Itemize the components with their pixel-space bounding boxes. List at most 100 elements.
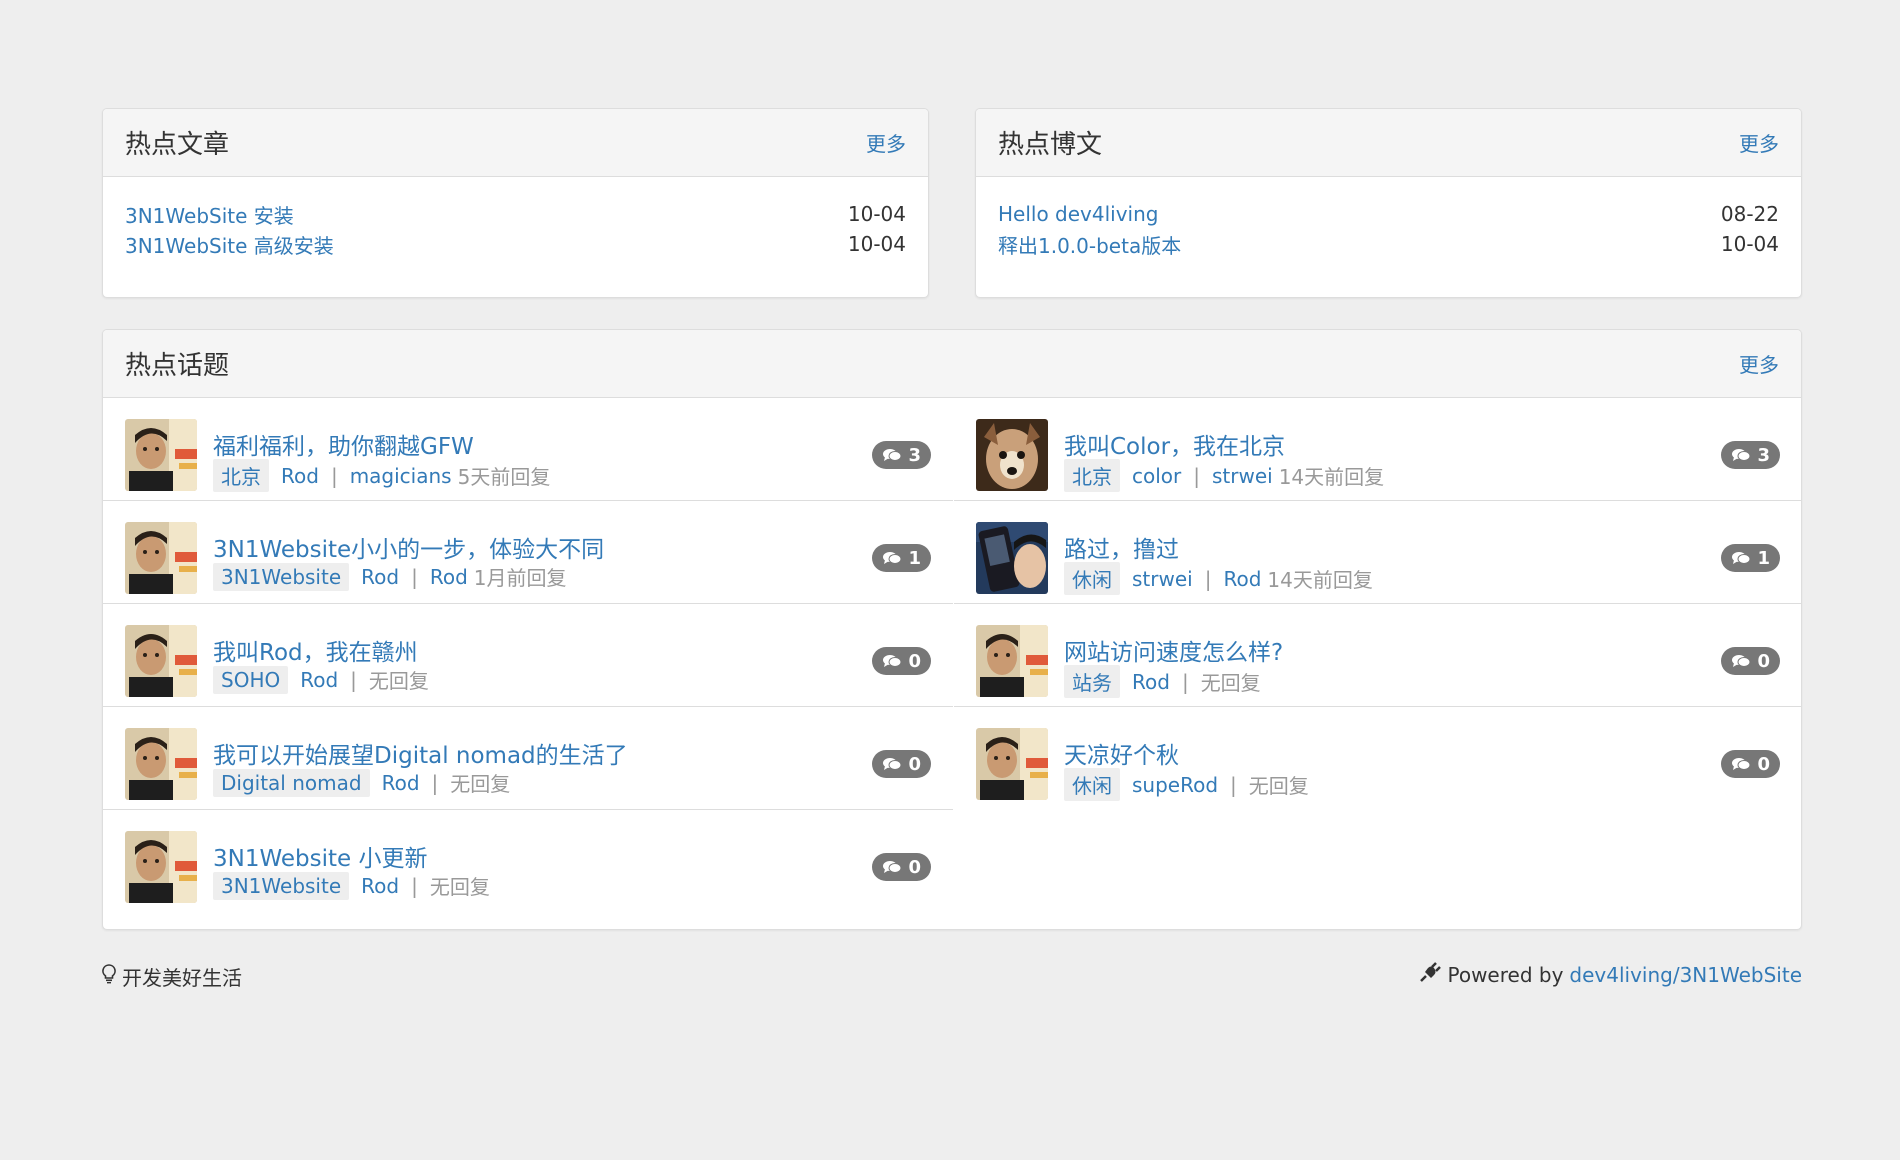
article-link[interactable]: 3N1WebSite 安装 (125, 200, 294, 229)
meta-separator: | (1193, 463, 1200, 488)
hot-blogs-more-link[interactable]: 更多 (1739, 128, 1779, 157)
footer-powered: Powered by dev4living/3N1WebSite (1419, 962, 1802, 987)
hot-topics-title: 热点话题 (125, 351, 230, 381)
topic-title-link[interactable]: 我可以开始展望Digital nomad的生活了 (213, 736, 628, 770)
meta-separator: | (411, 873, 418, 898)
topic-item: 天凉好个秋 休闲 supeRod | 无回复 0 (954, 707, 1801, 810)
meta-separator: | (1181, 669, 1189, 694)
topic-last-replier[interactable]: Rod (430, 565, 468, 589)
topic-author[interactable]: Rod (300, 668, 338, 692)
article-date: 10-04 (847, 232, 906, 256)
topic-reply-time: 5天前回复 (457, 465, 551, 489)
topic-title-link[interactable]: 3N1Website小小的一步，体验大不同 (213, 530, 604, 564)
comments-icon (1731, 653, 1751, 669)
reply-count: 0 (1757, 650, 1770, 672)
comments-icon (882, 859, 902, 875)
avatar[interactable] (976, 522, 1048, 594)
article-date: 10-04 (847, 202, 906, 226)
topic-item: 福利福利，助你翻越GFW 北京 Rod | magicians 5天前回复 3 (103, 398, 953, 501)
topic-title-link[interactable]: 我叫Color，我在北京 (1064, 427, 1285, 461)
topic-meta: 3N1Website Rod | Rod 1月前回复 (213, 562, 567, 591)
topic-author[interactable]: Rod (382, 771, 420, 795)
avatar[interactable] (976, 419, 1048, 491)
topic-item: 我叫Rod，我在赣州 SOHO Rod | 无回复 0 (103, 604, 953, 707)
avatar[interactable] (125, 625, 197, 697)
blog-link[interactable]: Hello dev4living (998, 202, 1159, 226)
topic-author[interactable]: supeRod (1132, 773, 1218, 797)
hot-blogs-heading: 热点博文 更多 (976, 109, 1801, 177)
comments-icon (882, 550, 902, 566)
comments-icon (882, 756, 902, 772)
topic-title-link[interactable]: 我叫Rod，我在赣州 (213, 633, 418, 667)
topic-reply-time: 无回复 (1248, 774, 1309, 798)
comments-icon (882, 447, 902, 463)
topic-title-link[interactable]: 3N1Website 小更新 (213, 839, 427, 873)
topic-last-replier[interactable]: strwei (1212, 464, 1273, 488)
reply-count-badge: 1 (1721, 544, 1780, 572)
avatar[interactable] (125, 522, 197, 594)
avatar[interactable] (125, 831, 197, 903)
hot-topics-more-link[interactable]: 更多 (1739, 349, 1779, 378)
topic-author[interactable]: Rod (1132, 670, 1170, 694)
hot-blogs-title: 热点博文 (998, 130, 1103, 160)
blog-date: 08-22 (1720, 202, 1779, 226)
topic-meta: 休闲 supeRod | 无回复 (1064, 768, 1309, 801)
meta-separator: | (330, 463, 338, 488)
footer-slogan: 开发美好生活 (102, 962, 242, 991)
avatar[interactable] (125, 419, 197, 491)
topic-tag[interactable]: 北京 (213, 459, 269, 492)
topic-title-link[interactable]: 网站访问速度怎么样? (1064, 633, 1283, 667)
topic-last-replier[interactable]: magicians (350, 464, 452, 488)
powered-link[interactable]: dev4living/3N1WebSite (1569, 963, 1802, 987)
lightbulb-icon (102, 964, 116, 989)
topic-tag[interactable]: 站务 (1064, 665, 1120, 698)
slogan-text: 开发美好生活 (122, 966, 242, 990)
topic-reply-time: 1月前回复 (473, 566, 567, 590)
article-link[interactable]: 3N1WebSite 高级安装 (125, 230, 334, 259)
topic-reply-time: 无回复 (368, 669, 429, 693)
avatar[interactable] (976, 728, 1048, 800)
hot-blogs-list: Hello dev4living 08-22 释出1.0.0-beta版本 10… (976, 177, 1801, 259)
topic-last-replier[interactable]: Rod (1223, 567, 1261, 591)
topic-tag[interactable]: 休闲 (1064, 562, 1120, 595)
avatar[interactable] (976, 625, 1048, 697)
meta-separator: | (431, 770, 439, 795)
topic-reply-time: 14天前回复 (1267, 568, 1373, 592)
comments-icon (1731, 550, 1751, 566)
topic-author[interactable]: Rod (361, 874, 399, 898)
topic-tag[interactable]: 3N1Website (213, 871, 350, 900)
topic-author[interactable]: Rod (361, 565, 399, 589)
comments-icon (882, 653, 902, 669)
meta-separator: | (1230, 772, 1237, 797)
topic-title-link[interactable]: 天凉好个秋 (1064, 736, 1179, 770)
blog-date: 10-04 (1720, 232, 1779, 256)
topic-item: 3N1Website 小更新 3N1Website Rod | 无回复 0 (103, 810, 953, 913)
reply-count: 3 (1757, 444, 1770, 466)
hot-articles-more-link[interactable]: 更多 (866, 128, 906, 157)
powered-prefix: Powered by (1447, 962, 1564, 987)
meta-separator: | (411, 564, 418, 589)
comments-icon (1731, 756, 1751, 772)
reply-count-badge: 1 (872, 544, 931, 572)
topic-tag[interactable]: 北京 (1064, 459, 1120, 492)
topic-author[interactable]: Rod (281, 464, 319, 488)
topic-author[interactable]: color (1132, 464, 1181, 488)
reply-count: 0 (1757, 753, 1770, 775)
topic-author[interactable]: strwei (1132, 567, 1193, 591)
reply-count: 1 (908, 547, 921, 569)
comments-icon (1731, 447, 1751, 463)
topic-reply-time: 无回复 (429, 875, 490, 899)
list-item: 释出1.0.0-beta版本 10-04 (998, 229, 1779, 259)
topic-reply-time: 无回复 (450, 772, 511, 796)
avatar[interactable] (125, 728, 197, 800)
topic-tag[interactable]: Digital nomad (213, 768, 370, 797)
topic-reply-time: 14天前回复 (1278, 465, 1385, 489)
topic-tag[interactable]: SOHO (213, 665, 289, 694)
topic-item: 我叫Color，我在北京 北京 color | strwei 14天前回复 3 (954, 398, 1801, 501)
topic-tag[interactable]: 3N1Website (213, 562, 350, 591)
topic-tag[interactable]: 休闲 (1064, 768, 1120, 801)
topic-title-link[interactable]: 路过，撸过 (1064, 530, 1179, 564)
blog-link[interactable]: 释出1.0.0-beta版本 (998, 230, 1181, 259)
topic-title-link[interactable]: 福利福利，助你翻越GFW (213, 427, 474, 461)
hot-articles-list: 3N1WebSite 安装 10-04 3N1WebSite 高级安装 10-0… (103, 177, 928, 259)
